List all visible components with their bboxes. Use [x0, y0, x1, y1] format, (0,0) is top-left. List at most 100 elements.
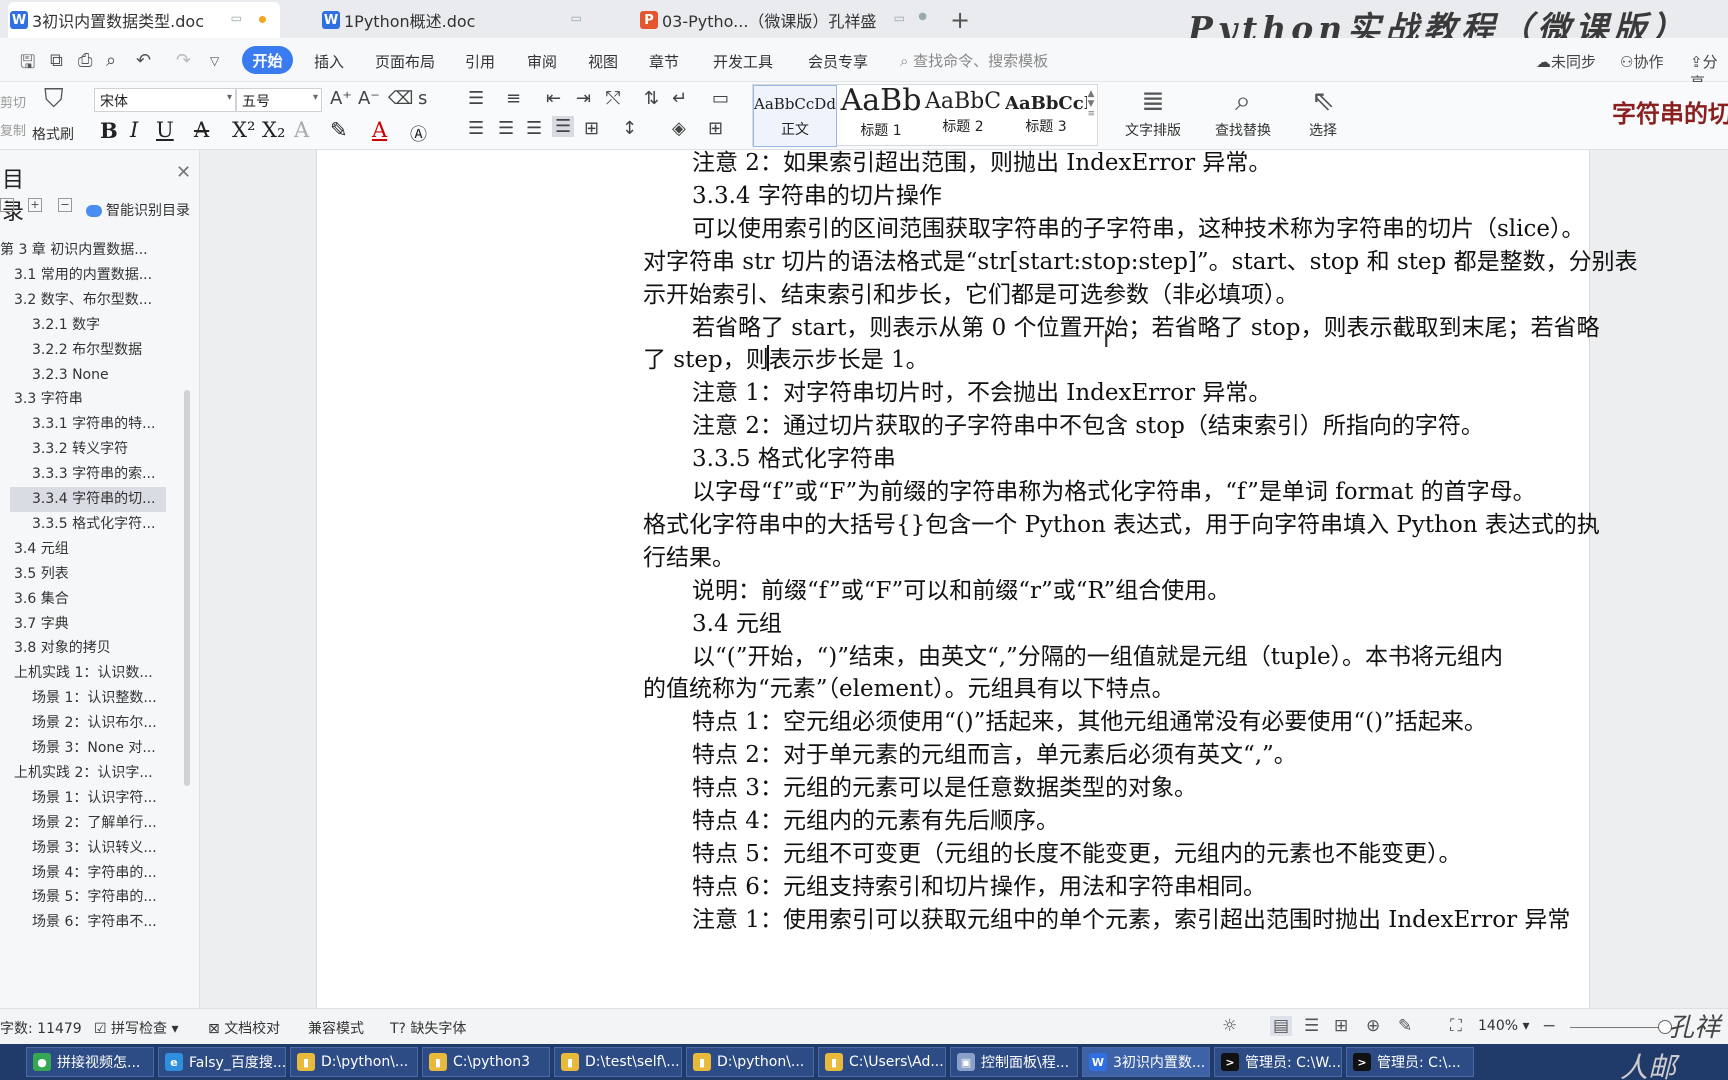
bold-icon[interactable]: B [100, 118, 118, 143]
monitor-icon[interactable]: ▭ [571, 11, 582, 25]
collapse-icon[interactable]: − [58, 198, 72, 212]
subscript-icon[interactable]: X₂ [262, 118, 285, 142]
toc-item[interactable]: 3.5 列表 [0, 562, 180, 587]
taskbar-item[interactable]: ▣ 控制面板\程... [950, 1047, 1078, 1077]
toc-item[interactable]: 场景 1：认识整数... [0, 686, 180, 711]
toc-item[interactable]: 3.3.3 字符串的索... [0, 462, 180, 487]
word-count[interactable]: 字数: 11479 [0, 1018, 82, 1038]
indent-icon[interactable]: ⇥ [576, 88, 591, 109]
tab-doc-1[interactable]: W 1Python概述.doc ▭ [322, 2, 592, 38]
toc-item[interactable]: 场景 1：认识字符... [0, 786, 180, 811]
toc-item[interactable]: 3.4 元组 [0, 537, 180, 562]
align-right-icon[interactable]: ☰ [526, 118, 542, 139]
sync-status[interactable]: ☁未同步 [1536, 51, 1596, 72]
fit-page-icon[interactable]: ⛶ [1450, 1016, 1462, 1036]
write-view-icon[interactable]: ✎ [1398, 1016, 1412, 1036]
tab-doc-3[interactable]: W 3初识内置数据类型.doc ▭ [8, 2, 280, 38]
style-normal[interactable]: AaBbCcDd 正文 [753, 85, 837, 147]
char-border-icon[interactable]: Ⓐ [410, 120, 427, 145]
style-heading-2[interactable]: AaBbC 标题 2 [921, 85, 1005, 147]
toc-item[interactable]: 3.6 集合 [0, 587, 180, 612]
document-page[interactable]: 注意 2：如果索引超出范围，则抛出 IndexError 异常。 3.3.4 字符… [316, 150, 1638, 1008]
toc-item[interactable]: 上机实践 2：认识字... [0, 761, 180, 786]
bullet-list-icon[interactable]: ☰ [468, 88, 484, 109]
toc-item[interactable]: 场景 5：字符串的... [0, 885, 180, 910]
cut-button[interactable]: 剪切 [0, 92, 26, 111]
clear-format-icon[interactable]: ⌫ [388, 88, 413, 109]
toc-item[interactable]: 3.2.1 数字 [0, 313, 180, 338]
gallery-scroll-icon[interactable]: ▲ ▼ ≡ [1087, 89, 1095, 119]
style-heading-3[interactable]: AaBbCcI 标题 3 [1005, 85, 1087, 147]
toc-item[interactable]: 3.3.2 转义字符 [0, 437, 180, 462]
font-name-select[interactable]: 宋体 ▾ [94, 88, 236, 112]
toc-scrollbar[interactable] [184, 390, 190, 786]
find-replace-button[interactable]: ⌕ 查找替换 [1206, 84, 1280, 140]
format-painter-icon[interactable]: ⛉ [44, 84, 64, 115]
collapse-all-icon[interactable]: ^ [0, 198, 14, 212]
font-color-icon[interactable]: A [372, 118, 387, 142]
toc-item[interactable]: 场景 6：字符串不... [0, 910, 180, 935]
outdent-icon[interactable]: ⇤ [546, 88, 561, 109]
toc-item[interactable]: 3.2.2 布尔型数据 [0, 338, 180, 363]
font-shrink-icon[interactable]: A⁻ [358, 88, 380, 109]
toc-item[interactable]: 场景 4：字符串的... [0, 861, 180, 886]
distribute-icon[interactable]: ⊞ [584, 118, 599, 139]
toc-item[interactable]: 3.3.4 字符串的切... [10, 487, 166, 512]
align-left-icon[interactable]: ☰ [468, 118, 484, 139]
redo-icon[interactable]: ↷ [176, 50, 191, 71]
select-button[interactable]: ⇖ 选择 [1298, 84, 1348, 140]
reading-view-icon[interactable]: ⊞ [1334, 1016, 1348, 1036]
shading-icon[interactable]: ◈ [672, 118, 686, 139]
menu-reference[interactable]: 引用 [465, 51, 495, 72]
border-icon[interactable]: ⊞ [708, 118, 723, 139]
command-search[interactable]: ⌕ 查找命令、搜索模板 [900, 50, 1048, 71]
align-center-icon[interactable]: ☰ [498, 118, 514, 139]
taskbar-item[interactable]: ▮ C:\python3 [422, 1047, 550, 1077]
export-icon[interactable]: ⧉ [50, 50, 63, 71]
toc-item[interactable]: 场景 3：认识转义... [0, 836, 180, 861]
monitor-icon[interactable]: ▭ [231, 11, 242, 25]
justify-icon[interactable]: ☰ [552, 116, 575, 137]
toc-item[interactable]: 3.1 常用的内置数据... [0, 263, 180, 288]
zoom-level[interactable]: 140% ▾ [1478, 1018, 1530, 1034]
toc-item[interactable]: 3.3.5 格式化字符... [0, 512, 180, 537]
menu-developer[interactable]: 开发工具 [713, 51, 773, 72]
zoom-slider[interactable] [1570, 1027, 1668, 1028]
underline-icon[interactable]: U [156, 118, 174, 142]
toc-item[interactable]: 场景 2：认识布尔... [0, 711, 180, 736]
smart-toc-button[interactable]: 智能识别目录 [86, 200, 190, 220]
superscript-icon[interactable]: X² [232, 118, 255, 142]
toc-item[interactable]: 第 3 章 初识内置数据... [0, 238, 180, 263]
line-spacing-icon[interactable]: ↕ [622, 118, 637, 139]
zoom-out-icon[interactable]: − [1542, 1016, 1556, 1036]
highlight-icon[interactable]: ✎ [330, 118, 348, 142]
toc-item[interactable]: 3.7 字典 [0, 612, 180, 637]
menu-review[interactable]: 审阅 [527, 51, 557, 72]
toc-item[interactable]: 3.3.1 字符串的特... [0, 412, 180, 437]
toc-item[interactable]: 3.2 数字、布尔型数... [0, 288, 180, 313]
spell-check-button[interactable]: ☑ 拼写检查 ▾ [94, 1018, 179, 1038]
menu-member[interactable]: 会员专享 [808, 51, 868, 72]
collab-button[interactable]: ⚇协作 [1620, 51, 1663, 72]
menu-start[interactable]: 开始 [242, 46, 293, 74]
taskbar-item[interactable]: ▮ D:\test\self\... [554, 1047, 682, 1077]
sort-icon[interactable]: ⇅ [644, 88, 659, 109]
menu-view[interactable]: 视图 [588, 51, 618, 72]
tab-pdf[interactable]: P 03-Pytho...（微课版）孔祥盛 ▭ ● [640, 2, 935, 38]
font-size-select[interactable]: 五号 ▾ [236, 88, 322, 112]
page-view-icon[interactable]: ▤ [1270, 1016, 1293, 1036]
show-marks-icon[interactable]: ↵ [672, 88, 687, 109]
chinese-layout-icon[interactable]: ⤲ [606, 88, 620, 109]
taskbar-item[interactable]: ▮ D:\python\... [686, 1047, 814, 1077]
toc-item[interactable]: 3.2.3 None [0, 363, 180, 388]
table-border-icon[interactable]: ▭ [712, 88, 729, 109]
font-grow-icon[interactable]: A⁺ [330, 88, 352, 109]
customize-icon[interactable]: ▽ [210, 54, 219, 68]
eye-protect-icon[interactable]: ☼ [1222, 1016, 1237, 1036]
missing-font-button[interactable]: T? 缺失字体 [390, 1018, 466, 1038]
text-layout-button[interactable]: ≣ 文字排版 [1116, 84, 1190, 140]
copy-button[interactable]: 复制 [0, 120, 26, 139]
outline-view-icon[interactable]: ☰ [1304, 1016, 1319, 1036]
save-icon[interactable]: 🖫 [20, 50, 35, 80]
monitor-icon[interactable]: ▭ [894, 11, 905, 25]
